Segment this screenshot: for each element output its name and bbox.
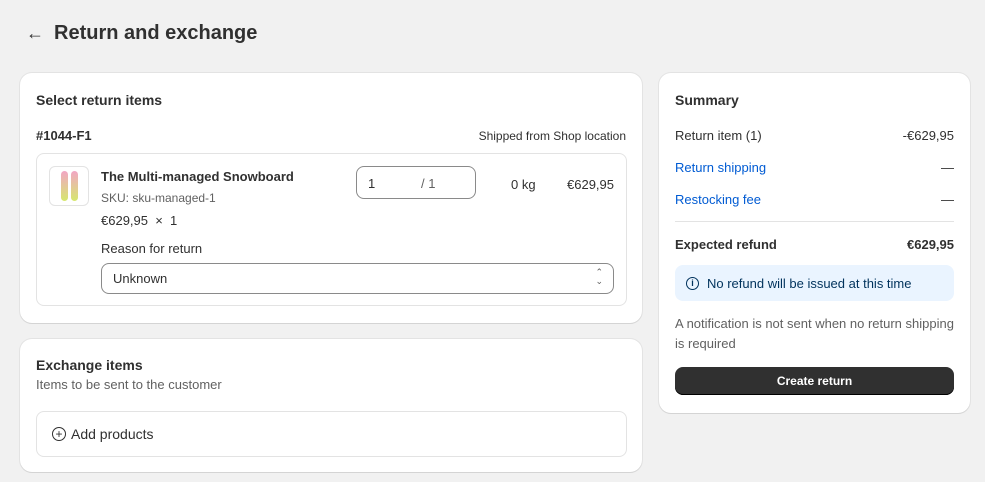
page-title: Return and exchange: [54, 22, 258, 44]
card-title: Select return items: [36, 92, 163, 108]
return-shipping-link[interactable]: Return shipping: [675, 160, 766, 175]
restocking-fee-link[interactable]: Restocking fee: [675, 192, 761, 207]
quantity-value: 1: [368, 176, 376, 191]
add-products-button[interactable]: + Add products: [36, 411, 627, 457]
product-name[interactable]: The Multi-managed Snowboard: [101, 169, 294, 184]
exchange-items-card: Exchange items Items to be sent to the c…: [20, 339, 642, 472]
select-chevron-icon: ⌃ ⌄: [595, 267, 603, 286]
reason-value: Unknown: [113, 271, 168, 286]
product-thumbnail: [49, 166, 89, 206]
create-return-button[interactable]: Create return: [675, 367, 954, 395]
plus-circle-icon: +: [52, 427, 66, 441]
expected-refund-label: Expected refund: [675, 237, 777, 252]
return-line-item: The Multi-managed Snowboard SKU: sku-man…: [36, 153, 627, 306]
back-arrow-icon[interactable]: ←: [26, 23, 44, 44]
expected-refund-value: €629,95: [907, 237, 954, 252]
summary-title: Summary: [675, 92, 739, 108]
summary-card: Summary Return item (1) -€629,95 Return s…: [659, 73, 970, 413]
return-item-value: -€629,95: [902, 128, 954, 143]
shipped-from: Shipped from Shop location: [478, 129, 626, 143]
product-sku: SKU: sku-managed-1: [101, 191, 216, 205]
card-title: Exchange items: [36, 357, 143, 373]
quantity-input[interactable]: 1 / 1: [356, 166, 476, 199]
return-item-label: Return item (1): [675, 128, 762, 143]
price-quantity: €629,95 × 1: [101, 213, 178, 228]
info-icon: i: [686, 276, 699, 290]
page-header: ← Return and exchange: [26, 22, 257, 45]
order-number: #1044-F1: [36, 128, 92, 143]
item-total: €629,95: [567, 177, 614, 192]
restocking-fee-value: —: [941, 192, 954, 207]
add-products-label: Add products: [71, 426, 154, 442]
item-weight: 0 kg: [511, 177, 536, 192]
banner-text: No refund will be issued at this time: [707, 275, 912, 291]
select-return-items-card: Select return items #1044-F1 Shipped fro…: [20, 73, 642, 323]
notification-note: A notification is not sent when no retur…: [675, 316, 954, 351]
quantity-max: / 1: [421, 176, 436, 191]
reason-label: Reason for return: [101, 241, 203, 256]
info-banner: i No refund will be issued at this time: [675, 265, 954, 301]
card-subtitle: Items to be sent to the customer: [36, 377, 222, 392]
return-shipping-value: —: [941, 160, 954, 175]
reason-select[interactable]: Unknown ⌃ ⌄: [101, 263, 614, 294]
